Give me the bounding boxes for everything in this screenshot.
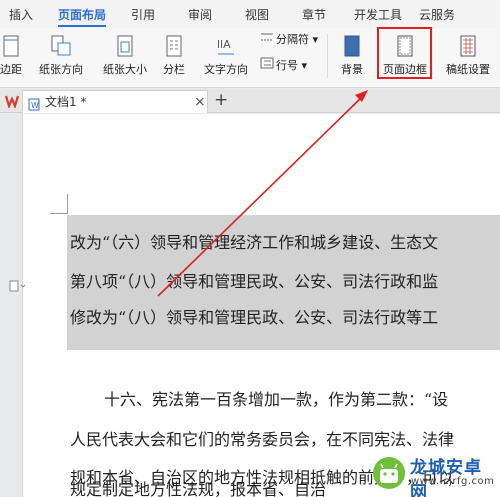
line-numbers-label: 行号 [276, 59, 298, 72]
document-line: 规定制定地方性法规，报本省、自治 [70, 480, 327, 497]
svg-text:llA: llA [217, 38, 231, 51]
margin-corner-mark [50, 213, 68, 214]
columns-icon [164, 34, 184, 61]
separator-button[interactable]: 分隔符 ▾ [260, 31, 318, 49]
close-tab-icon[interactable]: × [194, 91, 206, 113]
document-line: 人民代表大会和它们的常务委员会，在不同宪法、法律 [70, 430, 455, 449]
draft-settings-icon [458, 34, 478, 61]
tab-references[interactable]: 引用 [126, 0, 160, 28]
page-border-highlight [377, 27, 432, 79]
text-direction-label: 文字方向 [204, 63, 248, 76]
paper-size-label: 纸张大小 [103, 63, 147, 76]
tab-page-layout[interactable]: 页面布局 [54, 0, 110, 28]
separator-icon [260, 31, 274, 49]
watermark-name: 龙城安卓网 [410, 458, 482, 497]
paper-size-icon [115, 34, 135, 61]
document-line: 第八项“（八）领导和管理民政、公安、司法行政和监 [70, 272, 439, 291]
orientation-button[interactable]: 纸张方向 [32, 30, 90, 80]
svg-text:W: W [31, 101, 39, 110]
document-line: 改为“（六）领导和管理经济工作和城乡建设、生态文 [70, 233, 439, 252]
tab-view[interactable]: 视图 [240, 0, 274, 28]
document-tab-bar: W 文档1 * × + [0, 89, 500, 113]
paragraph-menu-icon[interactable] [9, 280, 27, 295]
document-tab[interactable]: W 文档1 * × [22, 90, 208, 113]
watermark: 龙城安卓网 www.lcjrfg.com [370, 452, 498, 497]
document-line: 修改为“（八）领导和管理民政、公安、司法行政等工 [70, 308, 439, 327]
margins-button[interactable]: 边距 [0, 30, 28, 80]
separator-label: 分隔符 [276, 33, 309, 46]
margin-corner-mark-vertical [67, 194, 68, 214]
document-tab-title: 文档1 * [45, 95, 87, 109]
wps-logo-icon[interactable] [4, 93, 20, 112]
tab-review[interactable]: 审阅 [183, 0, 217, 28]
background-button[interactable]: 背景 [333, 30, 371, 80]
document-line: 十六、宪法第一百条增加一款，作为第二款：“设 [104, 390, 449, 409]
columns-label: 分栏 [163, 63, 185, 76]
tab-insert[interactable]: 插入 [4, 0, 38, 28]
android-logo-icon [373, 457, 405, 489]
margins-label: 边距 [0, 63, 22, 76]
paper-size-button[interactable]: 纸张大小 [96, 30, 154, 80]
document-area: 改为“（六）领导和管理经济工作和城乡建设、生态文 第八项“（八）领导和管理民政、… [0, 114, 500, 497]
text-direction-icon: llA [215, 34, 237, 61]
tab-chapter[interactable]: 章节 [297, 0, 331, 28]
ribbon-divider [327, 34, 328, 78]
draft-settings-label: 稿纸设置 [446, 63, 490, 76]
new-tab-button[interactable]: + [214, 89, 228, 111]
line-numbers-icon [260, 57, 274, 75]
line-numbers-button[interactable]: 行号 ▾ [260, 57, 307, 75]
tab-developer[interactable]: 开发工具 [350, 0, 406, 28]
document-icon: W [28, 96, 40, 115]
tab-cloud[interactable]: 云服务 [414, 0, 460, 28]
margins-icon [1, 34, 21, 61]
orientation-icon [50, 34, 72, 61]
background-icon [342, 34, 362, 61]
orientation-label: 纸张方向 [39, 63, 83, 76]
menu-bar: 插入 页面布局 引用 审阅 视图 章节 开发工具 云服务 [0, 0, 500, 28]
draft-settings-button[interactable]: 稿纸设置 [442, 30, 494, 80]
background-label: 背景 [341, 63, 363, 76]
watermark-url: www.lcjrfg.com [411, 476, 495, 487]
columns-button[interactable]: 分栏 [156, 30, 192, 80]
text-direction-button[interactable]: llA 文字方向 [198, 30, 254, 80]
